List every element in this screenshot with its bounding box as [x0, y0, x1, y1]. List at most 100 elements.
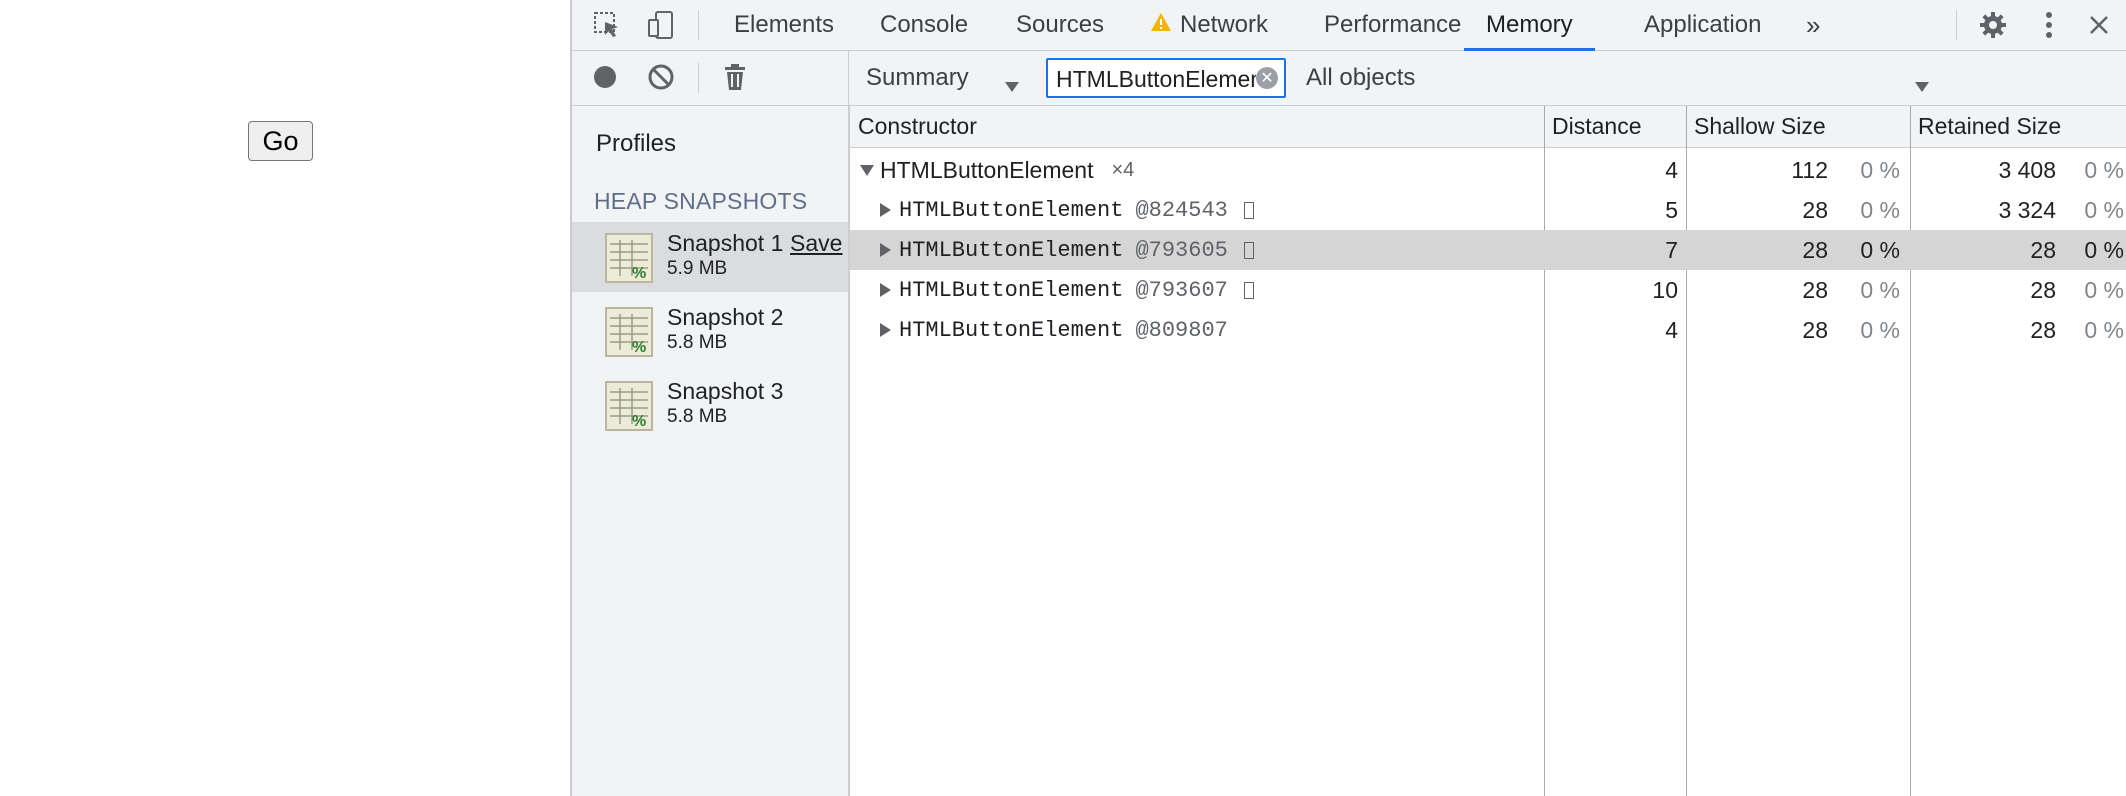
retained-size-cell: 28 — [2030, 316, 2056, 343]
grid-header: Constructor Distance Shallow Size Retain… — [850, 106, 2126, 148]
shallow-percent-cell: 0 % — [1860, 276, 1900, 303]
tab-performance[interactable]: Performance — [1324, 0, 1461, 50]
retained-percent-cell: 0 % — [2084, 196, 2124, 223]
profiles-sidebar: Profiles HEAP SNAPSHOTS % Snapshot 1 Sav… — [572, 106, 850, 796]
inspect-element-icon[interactable] — [590, 8, 624, 42]
svg-text:%: % — [632, 339, 646, 356]
class-filter-value[interactable]: HTMLButtonElement — [1056, 66, 1256, 93]
object-box-icon — [1243, 201, 1254, 219]
svg-text:%: % — [632, 265, 646, 282]
shallow-size-cell: 28 — [1802, 276, 1828, 303]
tab-memory[interactable]: Memory — [1464, 0, 1595, 51]
retained-percent-cell: 0 % — [2084, 276, 2124, 303]
toolbar-divider — [698, 63, 699, 93]
profiles-label: Profiles — [596, 130, 677, 157]
distance-cell: 4 — [1665, 156, 1678, 183]
collect-garbage-icon[interactable] — [718, 60, 752, 94]
toolbar-divider — [848, 51, 849, 105]
snapshot-name: Snapshot 2 — [667, 304, 784, 330]
shallow-percent-cell: 0 % — [1860, 316, 1900, 343]
tab-sources[interactable]: Sources — [1016, 0, 1104, 50]
toolbar-divider — [1956, 10, 1957, 40]
tab-console[interactable]: Console — [880, 0, 968, 50]
clear-filter-icon[interactable]: ✕ — [1256, 67, 1278, 89]
snapshot-size: 5.9 MB — [667, 258, 728, 279]
snapshot-name: Snapshot 1 — [667, 230, 784, 256]
distance-cell: 7 — [1665, 236, 1678, 263]
object-box-icon — [1243, 241, 1254, 259]
constructor-cell: HTMLButtonElement ×4 — [860, 150, 1134, 190]
snapshot-size: 5.8 MB — [667, 406, 728, 427]
shallow-percent-cell: 0 % — [1860, 196, 1900, 223]
shallow-size-cell: 28 — [1802, 196, 1828, 223]
objects-select[interactable]: All objects — [1306, 51, 1929, 105]
constructor-cell: HTMLButtonElement @793607 — [880, 270, 1254, 310]
table-row[interactable]: HTMLButtonElement @824543 5 28 0 % 3 324 … — [850, 190, 2126, 230]
shallow-percent-cell: 0 % — [1860, 236, 1900, 263]
retained-percent-cell: 0 % — [2084, 316, 2124, 343]
snapshot-icon: % — [604, 306, 654, 358]
more-options-icon[interactable] — [2032, 8, 2066, 42]
distance-cell: 5 — [1665, 196, 1678, 223]
shallow-percent-cell: 0 % — [1860, 156, 1900, 183]
constructor-cell: HTMLButtonElement @793605 — [880, 230, 1254, 270]
table-row-selected[interactable]: HTMLButtonElement @793605 7 28 0 % 28 0 % — [850, 230, 2126, 270]
distance-cell: 10 — [1652, 276, 1678, 303]
table-row[interactable]: HTMLButtonElement @793607 10 28 0 % 28 0 … — [850, 270, 2126, 310]
save-snapshot-link[interactable]: Save — [790, 230, 842, 257]
table-row[interactable]: HTMLButtonElement @809807 4 28 0 % 28 0 % — [850, 310, 2126, 350]
heap-snapshots-title: HEAP SNAPSHOTS — [594, 188, 808, 214]
dropdown-arrow-icon — [1004, 72, 1020, 100]
collapse-triangle-icon[interactable] — [860, 164, 874, 176]
shallow-size-cell: 112 — [1791, 156, 1828, 183]
retained-size-cell: 28 — [2030, 276, 2056, 303]
class-filter-input[interactable]: HTMLButtonElement ✕ — [1046, 58, 1286, 98]
instance-count: ×4 — [1111, 158, 1135, 181]
table-row-group[interactable]: HTMLButtonElement ×4 4 112 0 % 3 408 0 % — [850, 150, 2126, 190]
heap-snapshot-grid: Constructor Distance Shallow Size Retain… — [850, 106, 2126, 796]
record-icon[interactable] — [588, 60, 622, 94]
devtools-tabbar: Elements Console Sources Network Perform… — [572, 0, 2126, 51]
go-button[interactable]: Go — [248, 121, 313, 161]
column-distance-header[interactable]: Distance — [1552, 106, 1641, 147]
retained-percent-cell: 0 % — [2084, 236, 2124, 263]
retained-size-cell: 3 408 — [1998, 156, 2056, 183]
snapshot-item-2[interactable]: % Snapshot 2 5.8 MB — [572, 296, 848, 366]
constructor-cell: HTMLButtonElement @809807 — [880, 310, 1228, 350]
close-icon[interactable] — [2082, 8, 2116, 42]
expand-triangle-icon[interactable] — [880, 323, 891, 337]
toolbar-divider — [698, 10, 699, 40]
settings-gear-icon[interactable] — [1976, 8, 2010, 42]
snapshot-icon: % — [604, 232, 654, 284]
inspected-page: Go — [0, 0, 570, 796]
expand-triangle-icon[interactable] — [880, 243, 891, 257]
snapshot-name: Snapshot 3 — [667, 378, 784, 404]
tab-network[interactable]: Network — [1150, 0, 1268, 50]
tab-application[interactable]: Application — [1644, 0, 1761, 50]
snapshot-size: 5.8 MB — [667, 332, 728, 353]
clear-all-icon[interactable] — [644, 60, 678, 94]
column-constructor-header[interactable]: Constructor — [858, 106, 977, 147]
object-box-icon — [1243, 281, 1254, 299]
snapshot-item-1[interactable]: % Snapshot 1 Save 5.9 MB — [572, 222, 848, 292]
retained-size-cell: 3 324 — [1998, 196, 2056, 223]
more-tabs-button[interactable]: » — [1806, 0, 1820, 50]
device-toolbar-icon[interactable] — [644, 8, 678, 42]
snapshot-icon: % — [604, 380, 654, 432]
retained-percent-cell: 0 % — [2084, 156, 2124, 183]
column-shallow-size-header[interactable]: Shallow Size — [1694, 106, 1826, 147]
dropdown-arrow-icon — [1914, 72, 1930, 100]
warning-icon — [1150, 11, 1172, 39]
tab-elements[interactable]: Elements — [734, 0, 834, 50]
view-select[interactable]: Summary — [866, 51, 1046, 105]
svg-text:%: % — [632, 413, 646, 430]
snapshot-item-3[interactable]: % Snapshot 3 5.8 MB — [572, 370, 848, 440]
memory-toolbar: Summary HTMLButtonElement ✕ All objects — [572, 51, 2126, 106]
shallow-size-cell: 28 — [1802, 316, 1828, 343]
distance-cell: 4 — [1665, 316, 1678, 343]
expand-triangle-icon[interactable] — [880, 283, 891, 297]
retained-size-cell: 28 — [2030, 236, 2056, 263]
devtools-panel: Elements Console Sources Network Perform… — [570, 0, 2126, 796]
column-retained-size-header[interactable]: Retained Size — [1918, 106, 2061, 147]
expand-triangle-icon[interactable] — [880, 203, 891, 217]
